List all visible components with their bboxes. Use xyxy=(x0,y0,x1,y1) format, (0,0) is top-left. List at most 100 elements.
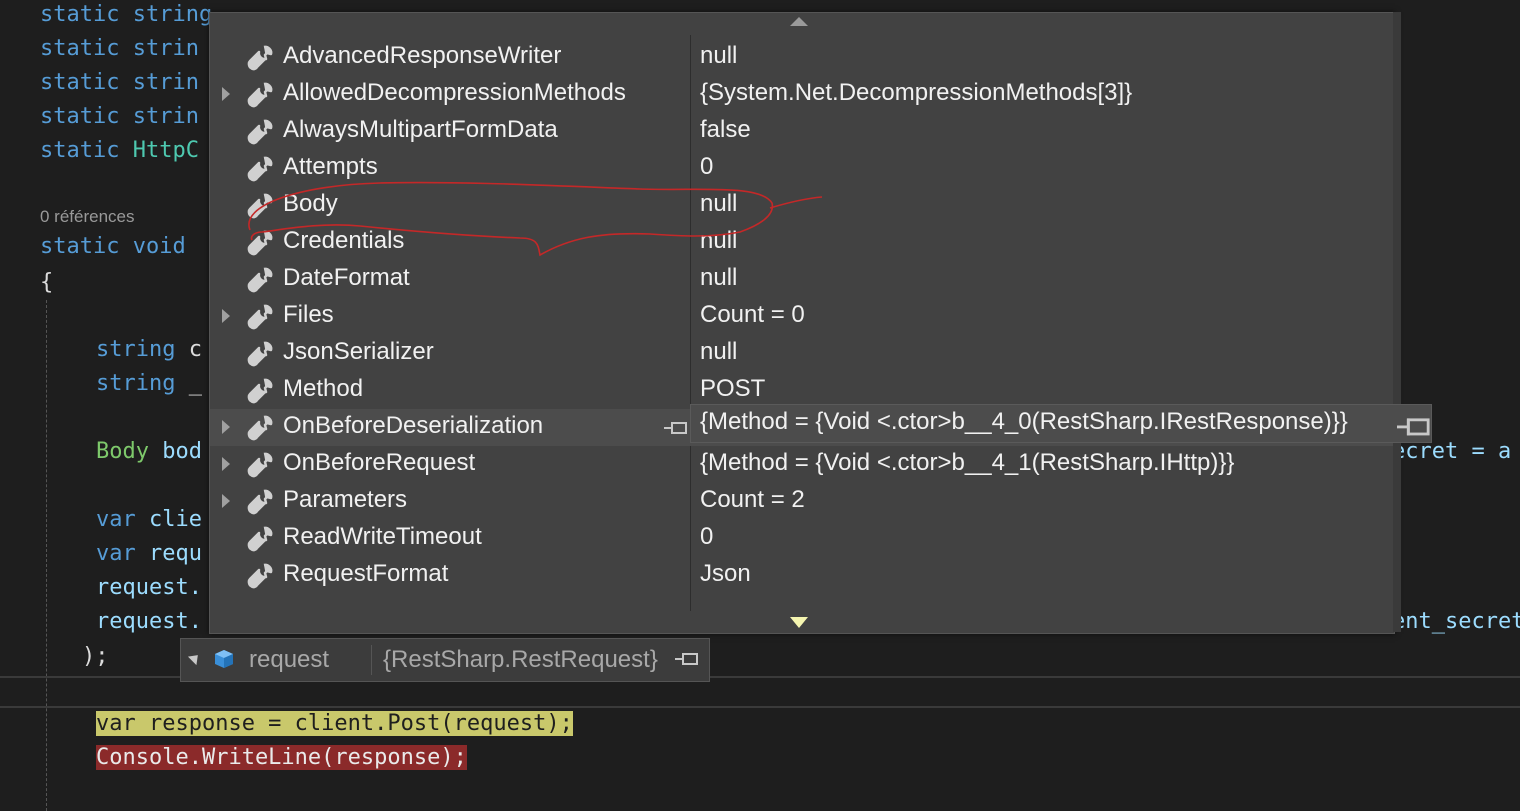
code-line-request-2: request. xyxy=(96,609,202,634)
expand-arrow-icon[interactable] xyxy=(222,494,230,508)
expand-arrow-icon[interactable] xyxy=(222,309,230,323)
collapse-arrow-icon[interactable] xyxy=(187,650,203,666)
wrench-icon xyxy=(247,378,273,404)
property-row[interactable]: Files Count = 0 xyxy=(210,298,1394,335)
variable-name: request xyxy=(249,646,330,673)
keyword: static xyxy=(40,138,120,163)
property-value: Count = 0 xyxy=(700,301,805,328)
method-signature: static void xyxy=(40,232,186,262)
code-line-var-client: var clie xyxy=(96,505,202,535)
property-row[interactable]: Credentials null xyxy=(210,224,1394,261)
type-name: strin xyxy=(132,36,199,61)
open-brace: { xyxy=(40,270,54,295)
property-name: AllowedDecompressionMethods xyxy=(283,79,626,106)
code-line-1: static string xyxy=(40,0,212,30)
variable-datatip[interactable]: request {RestSharp.RestRequest} xyxy=(180,638,710,682)
property-name: DateFormat xyxy=(283,264,410,291)
wrench-icon xyxy=(247,489,273,515)
property-name: OnBeforeRequest xyxy=(283,449,476,476)
expand-arrow-icon[interactable] xyxy=(222,420,230,434)
wrench-icon xyxy=(247,341,273,367)
codelens-references[interactable]: 0 références xyxy=(40,207,135,227)
wrench-icon xyxy=(247,452,273,478)
code-fragment: _ xyxy=(175,371,202,396)
property-row[interactable]: JsonSerializer null xyxy=(210,335,1394,372)
pin-icon[interactable] xyxy=(664,421,688,435)
property-name: JsonSerializer xyxy=(283,338,434,365)
type-name: Body xyxy=(96,439,149,464)
property-value: null xyxy=(700,42,738,69)
property-name: Body xyxy=(283,190,338,217)
expand-arrow-icon[interactable] xyxy=(222,87,230,101)
property-name: Files xyxy=(283,301,334,328)
expand-arrow-icon[interactable] xyxy=(222,457,230,471)
property-row[interactable]: Attempts 0 xyxy=(210,150,1394,187)
variable-value: {RestSharp.RestRequest} xyxy=(383,646,658,673)
type-name: strin xyxy=(132,70,199,95)
pin-icon[interactable] xyxy=(1397,417,1431,437)
property-value: {Method = {Void <.ctor>b__4_1(RestSharp.… xyxy=(700,449,1235,476)
code-line-string-c: string c xyxy=(96,335,202,365)
wrench-icon xyxy=(247,156,273,182)
code-fragment: bod xyxy=(148,439,202,464)
property-row[interactable]: OnBeforeRequest {Method = {Void <.ctor>b_… xyxy=(210,446,1394,483)
property-name: ReadWriteTimeout xyxy=(283,523,482,550)
wrench-icon xyxy=(247,45,273,71)
keyword: string xyxy=(96,371,176,396)
wrench-icon xyxy=(247,119,273,145)
type-name: HttpC xyxy=(132,138,199,163)
property-name: Method xyxy=(283,375,364,402)
property-row[interactable]: AlwaysMultipartFormData false xyxy=(210,113,1394,150)
property-row[interactable]: Body null xyxy=(210,187,1394,224)
property-value: 0 xyxy=(700,523,714,550)
code-fragment: requ xyxy=(135,541,202,566)
debugger-datatip[interactable]: AdvancedResponseWriter null AllowedDecompr… xyxy=(209,12,1395,634)
code-line-2: static strin xyxy=(40,34,199,64)
scroll-up-arrow-icon[interactable] xyxy=(790,17,808,26)
wrench-icon xyxy=(247,193,273,219)
selected-value-overflow[interactable]: {Method = {Void <.ctor>b__4_0(RestSharp.… xyxy=(690,404,1432,443)
property-name: AdvancedResponseWriter xyxy=(283,42,562,69)
highlighted-next-statement[interactable]: var response = client.Post(request); xyxy=(96,709,573,739)
property-value: Json xyxy=(700,560,751,587)
property-row[interactable]: Parameters Count = 2 xyxy=(210,483,1394,520)
wrench-icon xyxy=(247,415,273,441)
breakpoint-line[interactable]: Console.WriteLine(response); xyxy=(96,743,467,773)
code-line-body: Body bod xyxy=(96,437,202,467)
property-name: Parameters xyxy=(283,486,408,513)
keyword: var xyxy=(96,507,136,532)
keyword: static xyxy=(40,104,120,129)
next-statement-highlight: var response = client.Post(request); xyxy=(96,711,573,736)
property-row[interactable]: RequestFormat Json xyxy=(210,557,1394,594)
property-value: {Method = {Void <.ctor>b__4_0(RestSharp.… xyxy=(700,408,1348,435)
keyword: void xyxy=(132,234,186,259)
property-row[interactable]: AdvancedResponseWriter null xyxy=(210,39,1394,76)
type-name: string xyxy=(132,2,213,27)
breakpoint-highlight: Console.WriteLine(response); xyxy=(96,745,467,770)
wrench-icon xyxy=(247,304,273,330)
property-value: null xyxy=(700,264,738,291)
code-line-var-request: var requ xyxy=(96,539,202,569)
code-line-3: static strin xyxy=(40,68,199,98)
code-fragment: c xyxy=(175,337,202,362)
property-row[interactable]: DateFormat null xyxy=(210,261,1394,298)
indent-guide xyxy=(46,300,47,811)
pin-icon[interactable] xyxy=(675,652,699,666)
close-paren: ); xyxy=(82,644,109,669)
code-fragment: clie xyxy=(135,507,202,532)
scroll-down-arrow-icon[interactable] xyxy=(790,617,808,628)
property-value: null xyxy=(700,338,738,365)
property-value: null xyxy=(700,227,738,254)
property-row[interactable]: ReadWriteTimeout 0 xyxy=(210,520,1394,557)
object-cube-icon xyxy=(215,650,233,668)
code-line-string-underscore: string _ xyxy=(96,369,202,399)
separator xyxy=(371,645,372,675)
property-name: AlwaysMultipartFormData xyxy=(283,116,558,143)
datatip-scrollbar[interactable] xyxy=(1393,12,1401,632)
property-value: POST xyxy=(700,375,766,402)
property-row[interactable]: AllowedDecompressionMethods {System.Net.D… xyxy=(210,76,1394,113)
keyword: static xyxy=(40,70,120,95)
code-fragment-right: ent_secret xyxy=(1392,609,1520,634)
wrench-icon xyxy=(247,82,273,108)
keyword: static xyxy=(40,36,120,61)
